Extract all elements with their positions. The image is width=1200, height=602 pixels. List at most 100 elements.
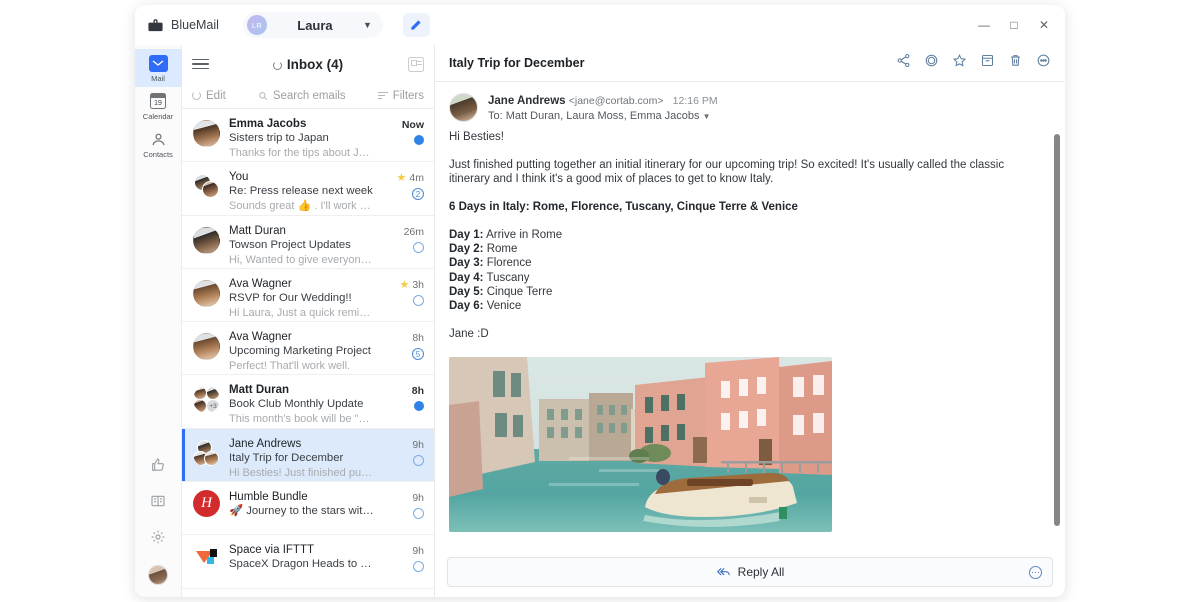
- maximize-button[interactable]: □: [999, 11, 1029, 39]
- unread-dot[interactable]: [414, 135, 424, 145]
- itinerary-day-label: Day 3:: [449, 257, 484, 270]
- email-meta: ★ 3h: [384, 277, 424, 313]
- more-options-icon[interactable]: ⋯: [1029, 565, 1042, 579]
- email-sender: Emma Jacobs: [229, 118, 307, 130]
- more-icon[interactable]: [1036, 53, 1051, 73]
- chevron-down-icon[interactable]: ▼: [703, 112, 711, 121]
- venice-canal-photo[interactable]: [449, 357, 832, 533]
- archive-icon[interactable]: [980, 53, 995, 73]
- reading-header: Italy Trip for December: [435, 45, 1065, 82]
- email-list-item[interactable]: Ava Wagner RSVP for Our Wedding!! Hi Laura…: [182, 269, 434, 323]
- calendar-icon: 19: [148, 92, 168, 110]
- message-scroll-area[interactable]: Hi Besties! Just finished putting togeth…: [435, 130, 1065, 551]
- email-preview: Perfect! That'll work well.: [229, 360, 351, 373]
- reply-all-icon: [716, 567, 730, 576]
- read-ring[interactable]: [413, 294, 424, 306]
- email-meta: 26m: [384, 224, 424, 260]
- contacts-icon: [148, 130, 168, 148]
- minimize-button[interactable]: —: [969, 11, 999, 39]
- itinerary-list: Day 1: Arrive in Rome Day 2: Rome Day 3: F…: [449, 228, 1043, 313]
- envelope-icon: [148, 54, 168, 72]
- email-list[interactable]: Emma Jacobs Sisters trip to Japan Thanks f…: [182, 109, 434, 597]
- read-ring[interactable]: [413, 508, 424, 520]
- email-list-item[interactable]: You Re: Press release next week Sounds gre…: [182, 162, 434, 216]
- email-list-item[interactable]: +3 Matt Duran Book Club Monthly Update This…: [182, 375, 434, 429]
- inbox-title-text: Inbox (4): [286, 56, 344, 72]
- email-list-item[interactable]: Ava Wagner Upcoming Marketing Project Perf…: [182, 322, 434, 376]
- mark-unread-icon[interactable]: [924, 53, 939, 73]
- email-list-item[interactable]: Jim BarkerLatest sales reportHi Laura, T…: [182, 589, 434, 597]
- search-input[interactable]: Search emails: [226, 90, 378, 102]
- search-icon: [258, 91, 267, 100]
- page-title: Inbox (4): [182, 57, 434, 72]
- share-icon[interactable]: [896, 53, 911, 73]
- read-ring[interactable]: [413, 241, 424, 253]
- body-greeting: Hi Besties!: [449, 131, 504, 143]
- read-ring[interactable]: [413, 561, 424, 573]
- hamburger-icon[interactable]: [192, 58, 209, 70]
- list-header: Inbox (4): [182, 45, 434, 83]
- thumbs-up-icon[interactable]: [150, 457, 166, 478]
- star-icon[interactable]: [952, 53, 967, 73]
- email-time: 9h: [412, 545, 424, 558]
- itinerary-day-label: Day 6:: [449, 300, 484, 313]
- bluemail-logo-icon: [147, 17, 164, 34]
- body-heading: 6 Days in Italy: Rome, Florence, Tuscany…: [449, 201, 798, 213]
- filters-button[interactable]: Filters: [377, 90, 424, 102]
- email-meta: 8h: [384, 383, 424, 419]
- trash-icon[interactable]: [1008, 53, 1023, 73]
- gear-icon[interactable]: [150, 529, 166, 550]
- edit-button[interactable]: Edit: [192, 90, 226, 102]
- rail-bottom-group: [148, 457, 168, 597]
- message-scrollbar[interactable]: [1054, 134, 1060, 526]
- recipients: To: Matt Duran, Laura Moss, Emma Jacobs: [488, 110, 700, 122]
- email-sender: You: [229, 171, 249, 184]
- email-preview: Hi Laura, Just a quick reminder t...: [229, 306, 375, 319]
- email-meta: 9h: [384, 543, 424, 579]
- sidebar-item-calendar[interactable]: 19 Calendar: [135, 87, 182, 125]
- sender-email: <jane@cortab.com>: [568, 95, 664, 107]
- reply-all-button[interactable]: Reply All ⋯: [447, 557, 1053, 587]
- itinerary-day-value: Cinque Terre: [483, 285, 553, 298]
- email-subject: Sisters trip to Japan: [229, 132, 329, 144]
- app-brand: BlueMail: [147, 17, 219, 34]
- avatar: +3: [193, 386, 220, 414]
- thread-count-badge[interactable]: 5: [412, 348, 424, 361]
- email-list-item[interactable]: Space via IFTTT SpaceX Dragon Heads to Sp…: [182, 535, 434, 589]
- email-time: 9h: [412, 492, 424, 505]
- account-selector[interactable]: LR Laura ▼: [242, 12, 383, 38]
- filter-icon: [377, 91, 388, 100]
- email-list-item[interactable]: Emma Jacobs Sisters trip to Japan Thanks f…: [182, 109, 434, 163]
- email-subject: SpaceX Dragon Heads to Space Statio...: [229, 558, 375, 571]
- email-subject: Italy Trip for December: [229, 451, 344, 464]
- compose-button[interactable]: [402, 13, 430, 37]
- avatar: [193, 333, 220, 361]
- email-list-item[interactable]: Matt Duran Towson Project Updates Hi, Want…: [182, 216, 434, 269]
- email-subject: 🚀 Journey to the stars with a bundle ...: [229, 505, 375, 518]
- sidebar-item-mail[interactable]: Mail: [135, 49, 182, 87]
- reply-bar: Reply All ⋯: [435, 551, 1065, 597]
- itinerary-day-value: Rome: [483, 243, 518, 256]
- itinerary-day: Day 2: Rome: [449, 242, 1043, 256]
- sidebar-item-contacts-label: Contacts: [143, 150, 173, 159]
- email-list-item[interactable]: Jane Andrews Italy Trip for December Hi Be…: [182, 428, 434, 483]
- read-ring[interactable]: [413, 454, 424, 466]
- app-body: Mail 19 Calendar Contacts Inbox (4) Edit…: [135, 45, 1065, 597]
- star-icon[interactable]: ★: [397, 173, 407, 184]
- email-list-item[interactable]: H Humble Bundle 🚀 Journey to the stars wit…: [182, 482, 434, 536]
- unread-dot[interactable]: [414, 401, 424, 412]
- itinerary-day: Day 6: Venice: [449, 299, 1043, 313]
- news-cards-icon[interactable]: [150, 493, 166, 514]
- message-actions: [896, 53, 1051, 73]
- layout-view-icon[interactable]: [408, 56, 424, 72]
- email-preview: This month's book will be "All th...: [229, 413, 375, 426]
- avatar: [193, 439, 220, 467]
- close-button[interactable]: ✕: [1029, 11, 1059, 39]
- star-icon[interactable]: ★: [399, 279, 409, 290]
- email-subject: Upcoming Marketing Project: [229, 345, 371, 358]
- thread-count-badge[interactable]: 2: [412, 188, 424, 201]
- sidebar-item-contacts[interactable]: Contacts: [135, 125, 182, 163]
- window-controls: — □ ✕: [969, 5, 1059, 45]
- user-avatar[interactable]: [148, 565, 168, 585]
- recipients-line[interactable]: To: Matt Duran, Laura Moss, Emma Jacobs …: [488, 109, 718, 124]
